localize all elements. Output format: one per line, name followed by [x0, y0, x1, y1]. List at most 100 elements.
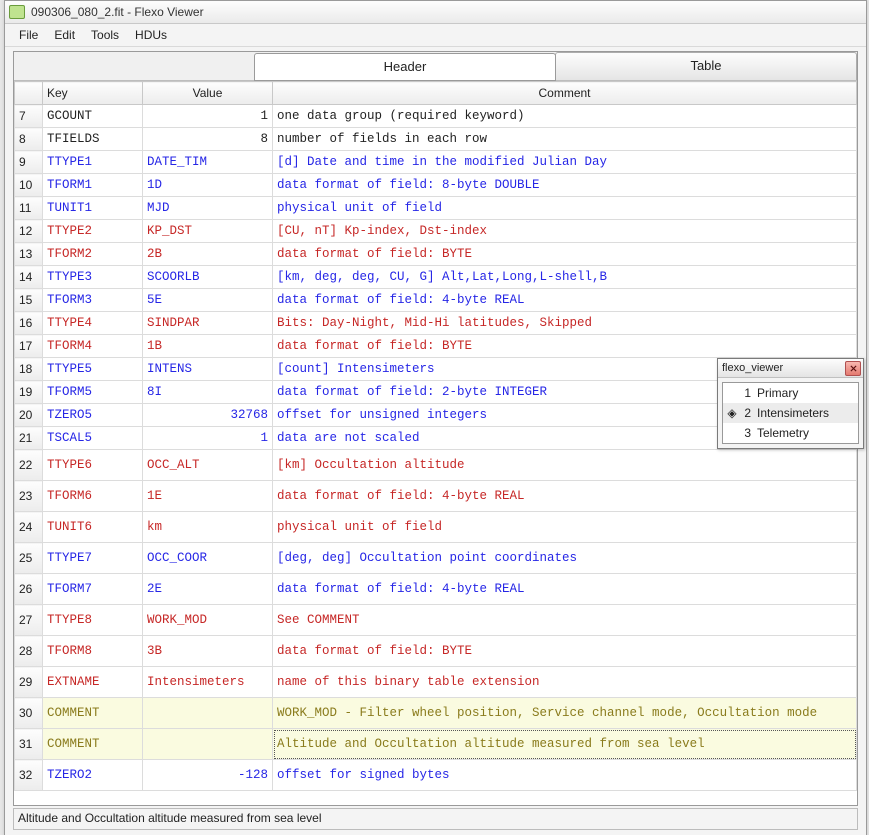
table-row[interactable]: 25TTYPE7OCC_COOR[deg, deg] Occultation p…	[15, 543, 857, 574]
cell-key[interactable]: TTYPE1	[43, 151, 143, 174]
cell-key[interactable]: TTYPE4	[43, 312, 143, 335]
row-index[interactable]: 18	[15, 358, 43, 381]
cell-key[interactable]: TFORM3	[43, 289, 143, 312]
row-index[interactable]: 22	[15, 450, 43, 481]
row-index[interactable]: 28	[15, 636, 43, 667]
cell-value[interactable]: 2E	[143, 574, 273, 605]
cell-comment[interactable]: data format of field: BYTE	[273, 243, 857, 266]
row-index[interactable]: 13	[15, 243, 43, 266]
table-row[interactable]: 26TFORM72Edata format of field: 4-byte R…	[15, 574, 857, 605]
tab-header[interactable]: Header	[254, 53, 556, 81]
table-row[interactable]: 12TTYPE2KP_DST[CU, nT] Kp-index, Dst-ind…	[15, 220, 857, 243]
table-row[interactable]: 29EXTNAMEIntensimetersname of this binar…	[15, 667, 857, 698]
cell-comment[interactable]: data format of field: BYTE	[273, 335, 857, 358]
row-index[interactable]: 26	[15, 574, 43, 605]
cell-key[interactable]: TFORM7	[43, 574, 143, 605]
cell-key[interactable]: TFORM4	[43, 335, 143, 358]
table-row[interactable]: 27TTYPE8WORK_MODSee COMMENT	[15, 605, 857, 636]
table-row[interactable]: 30COMMENTWORK_MOD - Filter wheel positio…	[15, 698, 857, 729]
cell-key[interactable]: COMMENT	[43, 729, 143, 760]
cell-value[interactable]: 1	[143, 427, 273, 450]
table-row[interactable]: 22TTYPE6OCC_ALT[km] Occultation altitude	[15, 450, 857, 481]
col-comment[interactable]: Comment	[273, 82, 857, 105]
cell-comment[interactable]: offset for signed bytes	[273, 760, 857, 791]
cell-key[interactable]: TZERO5	[43, 404, 143, 427]
cell-value[interactable]: 1E	[143, 481, 273, 512]
cell-key[interactable]: TTYPE6	[43, 450, 143, 481]
table-row[interactable]: 7GCOUNT1one data group (required keyword…	[15, 105, 857, 128]
cell-key[interactable]: TFIELDS	[43, 128, 143, 151]
row-index[interactable]: 15	[15, 289, 43, 312]
cell-value[interactable]: 1D	[143, 174, 273, 197]
cell-key[interactable]: EXTNAME	[43, 667, 143, 698]
table-row[interactable]: 10TFORM11Ddata format of field: 8-byte D…	[15, 174, 857, 197]
table-row[interactable]: 17TFORM41Bdata format of field: BYTE	[15, 335, 857, 358]
cell-comment[interactable]: data format of field: 4-byte REAL	[273, 289, 857, 312]
hdu-item[interactable]: 3Telemetry	[723, 423, 858, 443]
menu-file[interactable]: File	[11, 26, 46, 44]
table-row[interactable]: 11TUNIT1MJDphysical unit of field	[15, 197, 857, 220]
row-index[interactable]: 8	[15, 128, 43, 151]
row-index[interactable]: 32	[15, 760, 43, 791]
cell-key[interactable]: GCOUNT	[43, 105, 143, 128]
row-index[interactable]: 14	[15, 266, 43, 289]
cell-comment[interactable]: data format of field: BYTE	[273, 636, 857, 667]
cell-comment[interactable]: data format of field: 4-byte REAL	[273, 574, 857, 605]
row-index[interactable]: 25	[15, 543, 43, 574]
hdu-palette[interactable]: flexo_viewer 1Primary◈2Intensimeters3Tel…	[717, 358, 864, 449]
cell-key[interactable]: TTYPE3	[43, 266, 143, 289]
menu-edit[interactable]: Edit	[46, 26, 83, 44]
cell-value[interactable]: DATE_TIM	[143, 151, 273, 174]
cell-key[interactable]: TUNIT1	[43, 197, 143, 220]
col-index[interactable]	[15, 82, 43, 105]
col-key[interactable]: Key	[43, 82, 143, 105]
cell-value[interactable]: 2B	[143, 243, 273, 266]
row-index[interactable]: 9	[15, 151, 43, 174]
cell-value[interactable]: 8	[143, 128, 273, 151]
hdu-item[interactable]: 1Primary	[723, 383, 858, 403]
cell-comment[interactable]: WORK_MOD - Filter wheel position, Servic…	[273, 698, 857, 729]
row-index[interactable]: 24	[15, 512, 43, 543]
cell-key[interactable]: TZERO2	[43, 760, 143, 791]
row-index[interactable]: 19	[15, 381, 43, 404]
table-row[interactable]: 24TUNIT6kmphysical unit of field	[15, 512, 857, 543]
row-index[interactable]: 27	[15, 605, 43, 636]
row-index[interactable]: 30	[15, 698, 43, 729]
cell-value[interactable]: Intensimeters	[143, 667, 273, 698]
menu-hdus[interactable]: HDUs	[127, 26, 175, 44]
cell-key[interactable]: TTYPE8	[43, 605, 143, 636]
cell-comment[interactable]: Bits: Day-Night, Mid-Hi latitudes, Skipp…	[273, 312, 857, 335]
table-row[interactable]: 9TTYPE1DATE_TIM [d] Date and time in the…	[15, 151, 857, 174]
cell-comment[interactable]: See COMMENT	[273, 605, 857, 636]
cell-comment[interactable]: physical unit of field	[273, 197, 857, 220]
cell-comment[interactable]: physical unit of field	[273, 512, 857, 543]
cell-comment[interactable]: Altitude and Occultation altitude measur…	[273, 729, 857, 760]
cell-value[interactable]: 1	[143, 105, 273, 128]
cell-value[interactable]: km	[143, 512, 273, 543]
cell-comment[interactable]: name of this binary table extension	[273, 667, 857, 698]
cell-value[interactable]: KP_DST	[143, 220, 273, 243]
table-row[interactable]: 32TZERO2-128offset for signed bytes	[15, 760, 857, 791]
cell-value[interactable]: INTENS	[143, 358, 273, 381]
cell-value[interactable]: SINDPAR	[143, 312, 273, 335]
row-index[interactable]: 31	[15, 729, 43, 760]
cell-comment[interactable]: [CU, nT] Kp-index, Dst-index	[273, 220, 857, 243]
cell-comment[interactable]: [d] Date and time in the modified Julian…	[273, 151, 857, 174]
cell-value[interactable]: MJD	[143, 197, 273, 220]
cell-key[interactable]: TTYPE7	[43, 543, 143, 574]
cell-key[interactable]: TFORM5	[43, 381, 143, 404]
row-index[interactable]: 12	[15, 220, 43, 243]
cell-key[interactable]: TTYPE5	[43, 358, 143, 381]
cell-comment[interactable]: [deg, deg] Occultation point coordinates	[273, 543, 857, 574]
cell-key[interactable]: TTYPE2	[43, 220, 143, 243]
titlebar[interactable]: 090306_080_2.fit - Flexo Viewer	[5, 1, 866, 24]
cell-key[interactable]: TFORM6	[43, 481, 143, 512]
table-row[interactable]: 31COMMENT Altitude and Occultation altitu…	[15, 729, 857, 760]
table-row[interactable]: 14TTYPE3SCOORLB[km, deg, deg, CU, G] Alt…	[15, 266, 857, 289]
cell-value[interactable]	[143, 729, 273, 760]
row-index[interactable]: 11	[15, 197, 43, 220]
cell-key[interactable]: TFORM1	[43, 174, 143, 197]
cell-key[interactable]: TUNIT6	[43, 512, 143, 543]
row-index[interactable]: 21	[15, 427, 43, 450]
cell-value[interactable]: 3B	[143, 636, 273, 667]
